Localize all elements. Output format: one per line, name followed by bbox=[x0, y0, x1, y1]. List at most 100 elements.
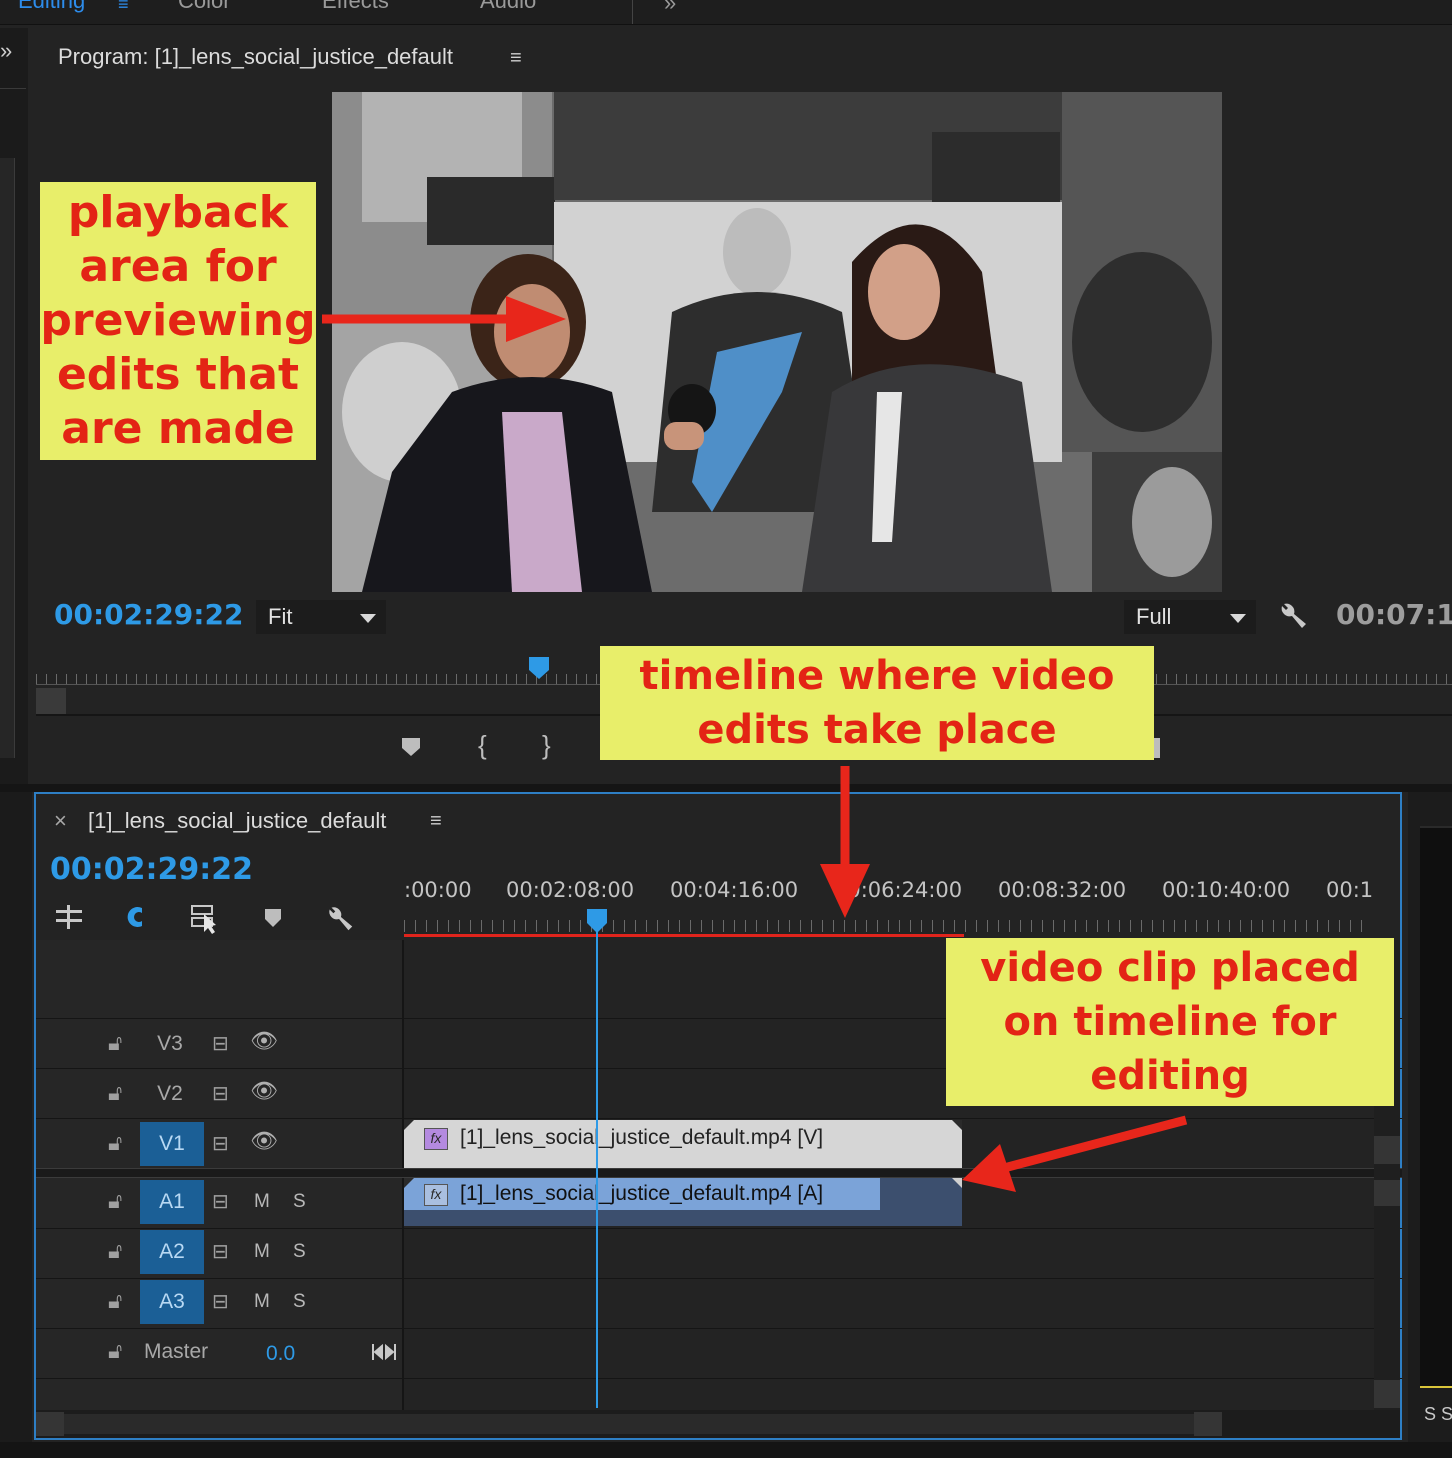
annotation-line: edits take place bbox=[697, 707, 1057, 753]
go-to-edges-icon[interactable] bbox=[372, 1342, 396, 1367]
add-marker-icon[interactable] bbox=[400, 736, 422, 763]
panel-collapse-icon[interactable]: » bbox=[0, 38, 12, 64]
program-scrollbar-handle[interactable] bbox=[36, 688, 66, 714]
workspace-tab-editing[interactable]: Editing bbox=[18, 0, 85, 14]
eye-icon[interactable]: 👁︎ bbox=[250, 1078, 278, 1104]
mark-in-icon[interactable]: { bbox=[478, 730, 487, 761]
timeline-current-timecode[interactable]: 00:02:29:22 bbox=[50, 852, 253, 887]
solo-button[interactable]: S bbox=[293, 1191, 306, 1213]
track-row-divider bbox=[36, 1278, 1402, 1279]
track-label-a1[interactable]: A1 bbox=[140, 1180, 204, 1224]
video-audio-divider[interactable] bbox=[36, 1168, 1402, 1178]
master-volume-value[interactable]: 0.0 bbox=[266, 1342, 295, 1366]
workspace-menu-icon[interactable]: ≡ bbox=[118, 0, 129, 15]
snap-magnet-icon[interactable] bbox=[120, 902, 150, 937]
annotation-playback-area: playback area for previewing edits that … bbox=[40, 182, 316, 460]
mark-out-icon[interactable]: } bbox=[542, 730, 551, 761]
fx-badge[interactable]: fx bbox=[424, 1128, 448, 1150]
sync-lock-icon[interactable]: ⊟ bbox=[212, 1131, 229, 1156]
sync-lock-icon[interactable]: ⊟ bbox=[212, 1289, 229, 1314]
meter-solo-labels[interactable]: S S bbox=[1424, 1404, 1452, 1425]
lock-icon[interactable]: 🔓︎ bbox=[108, 1238, 122, 1264]
lock-icon[interactable]: 🔓︎ bbox=[108, 1080, 122, 1106]
scrollbar-handle[interactable] bbox=[1374, 1180, 1400, 1206]
wrench-icon[interactable] bbox=[1276, 598, 1310, 637]
scrollbar-handle[interactable] bbox=[1374, 1136, 1400, 1164]
program-video-frame[interactable] bbox=[332, 92, 1222, 592]
annotation-line: edits that bbox=[56, 349, 300, 400]
track-row-divider bbox=[36, 1328, 1402, 1329]
timeline-ruler-ticks bbox=[404, 920, 1368, 932]
eye-icon[interactable]: 👁︎ bbox=[250, 1128, 278, 1154]
track-label-v2[interactable]: V2 bbox=[138, 1072, 202, 1116]
sync-lock-icon[interactable]: ⊟ bbox=[212, 1189, 229, 1214]
annotation-line: timeline where video bbox=[639, 653, 1115, 699]
track-label-v1[interactable]: V1 bbox=[140, 1122, 204, 1166]
sync-lock-icon[interactable]: ⊟ bbox=[212, 1081, 229, 1106]
program-resolution-dropdown[interactable]: Full bbox=[1124, 600, 1256, 634]
audio-clip[interactable]: fx [1]_lens_social_justice_default.mp4 [… bbox=[404, 1178, 962, 1226]
fx-badge[interactable]: fx bbox=[424, 1184, 448, 1206]
workspace-overflow-icon[interactable]: » bbox=[664, 0, 676, 16]
lock-icon[interactable]: 🔓︎ bbox=[108, 1030, 122, 1056]
mute-button[interactable]: M bbox=[254, 1241, 270, 1263]
timeline-ruler-labels[interactable]: :00:00 00:02:08:00 00:04:16:00 00:06:24:… bbox=[404, 878, 1384, 908]
panel-separator bbox=[0, 784, 1452, 792]
workspace-tab-color[interactable]: Color bbox=[178, 0, 231, 14]
workspace-tab-audio[interactable]: Audio bbox=[480, 0, 536, 14]
solo-button[interactable]: S bbox=[293, 1241, 306, 1263]
track-label-master[interactable]: Master bbox=[144, 1340, 208, 1364]
annotation-line: previewing bbox=[40, 295, 316, 346]
insert-nest-icon[interactable] bbox=[54, 902, 84, 937]
horizontal-scrollbar[interactable] bbox=[36, 1410, 1400, 1438]
track-label-a3[interactable]: A3 bbox=[140, 1280, 204, 1324]
program-current-timecode[interactable]: 00:02:29:22 bbox=[54, 598, 243, 631]
program-playhead[interactable] bbox=[528, 656, 550, 680]
sync-lock-icon[interactable]: ⊟ bbox=[212, 1239, 229, 1264]
lock-icon[interactable]: 🔓︎ bbox=[108, 1338, 122, 1364]
ruler-label: 00:02:08:00 bbox=[506, 878, 635, 902]
scrollbar-thumb[interactable] bbox=[64, 1414, 1194, 1434]
program-monitor-title[interactable]: Program: [1]_lens_social_justice_default bbox=[58, 44, 453, 70]
annotation-line: are made bbox=[61, 403, 295, 454]
timeline-playhead[interactable] bbox=[586, 908, 608, 934]
timeline-sequence-tab[interactable]: [1]_lens_social_justice_default bbox=[88, 808, 386, 834]
program-monitor-menu-icon[interactable]: ≡ bbox=[510, 47, 522, 70]
program-resolution-value: Full bbox=[1136, 604, 1172, 629]
eye-icon[interactable]: 👁︎ bbox=[250, 1028, 278, 1054]
track-row-divider bbox=[36, 1228, 1402, 1229]
track-row-divider bbox=[36, 1118, 1402, 1119]
ruler-label: 00:1 bbox=[1326, 878, 1374, 902]
workspace-tab-effects[interactable]: Effects bbox=[322, 0, 389, 14]
add-marker-icon[interactable] bbox=[264, 908, 282, 933]
audio-meter bbox=[1420, 826, 1452, 1388]
ruler-label: 00:08:32:00 bbox=[998, 878, 1127, 902]
track-label-a2[interactable]: A2 bbox=[140, 1230, 204, 1274]
panel-divider bbox=[0, 88, 26, 89]
program-zoom-dropdown[interactable]: Fit bbox=[256, 600, 386, 634]
program-zoom-value: Fit bbox=[268, 604, 293, 629]
timeline-menu-icon[interactable]: ≡ bbox=[430, 810, 442, 833]
scrollbar-handle[interactable] bbox=[1374, 1380, 1400, 1408]
linked-selection-icon[interactable] bbox=[190, 902, 222, 939]
solo-button[interactable]: S bbox=[293, 1291, 306, 1313]
mute-button[interactable]: M bbox=[254, 1291, 270, 1313]
scrollbar-left-handle[interactable] bbox=[36, 1412, 64, 1436]
lock-icon[interactable]: 🔓︎ bbox=[108, 1288, 122, 1314]
video-clip[interactable]: fx [1]_lens_social_justice_default.mp4 [… bbox=[404, 1120, 962, 1168]
timeline-playhead-line bbox=[596, 930, 598, 1408]
workspace-divider bbox=[632, 0, 633, 24]
program-duration-timecode: 00:07:16 bbox=[1336, 598, 1452, 631]
lock-icon[interactable]: 🔓︎ bbox=[108, 1188, 122, 1214]
left-panel-strip: » bbox=[0, 28, 28, 784]
scrollbar-right-handle[interactable] bbox=[1194, 1412, 1222, 1436]
sync-lock-icon[interactable]: ⊟ bbox=[212, 1031, 229, 1056]
annotation-clip: video clip placed on timeline for editin… bbox=[946, 938, 1394, 1106]
audio-meter-peak bbox=[1420, 1386, 1452, 1388]
mute-button[interactable]: M bbox=[254, 1191, 270, 1213]
lock-icon[interactable]: 🔓︎ bbox=[108, 1130, 122, 1156]
track-label-v3[interactable]: V3 bbox=[138, 1022, 202, 1066]
project-panel-edge bbox=[0, 158, 15, 758]
wrench-icon[interactable] bbox=[324, 902, 356, 939]
timeline-close-icon[interactable]: × bbox=[54, 808, 67, 834]
